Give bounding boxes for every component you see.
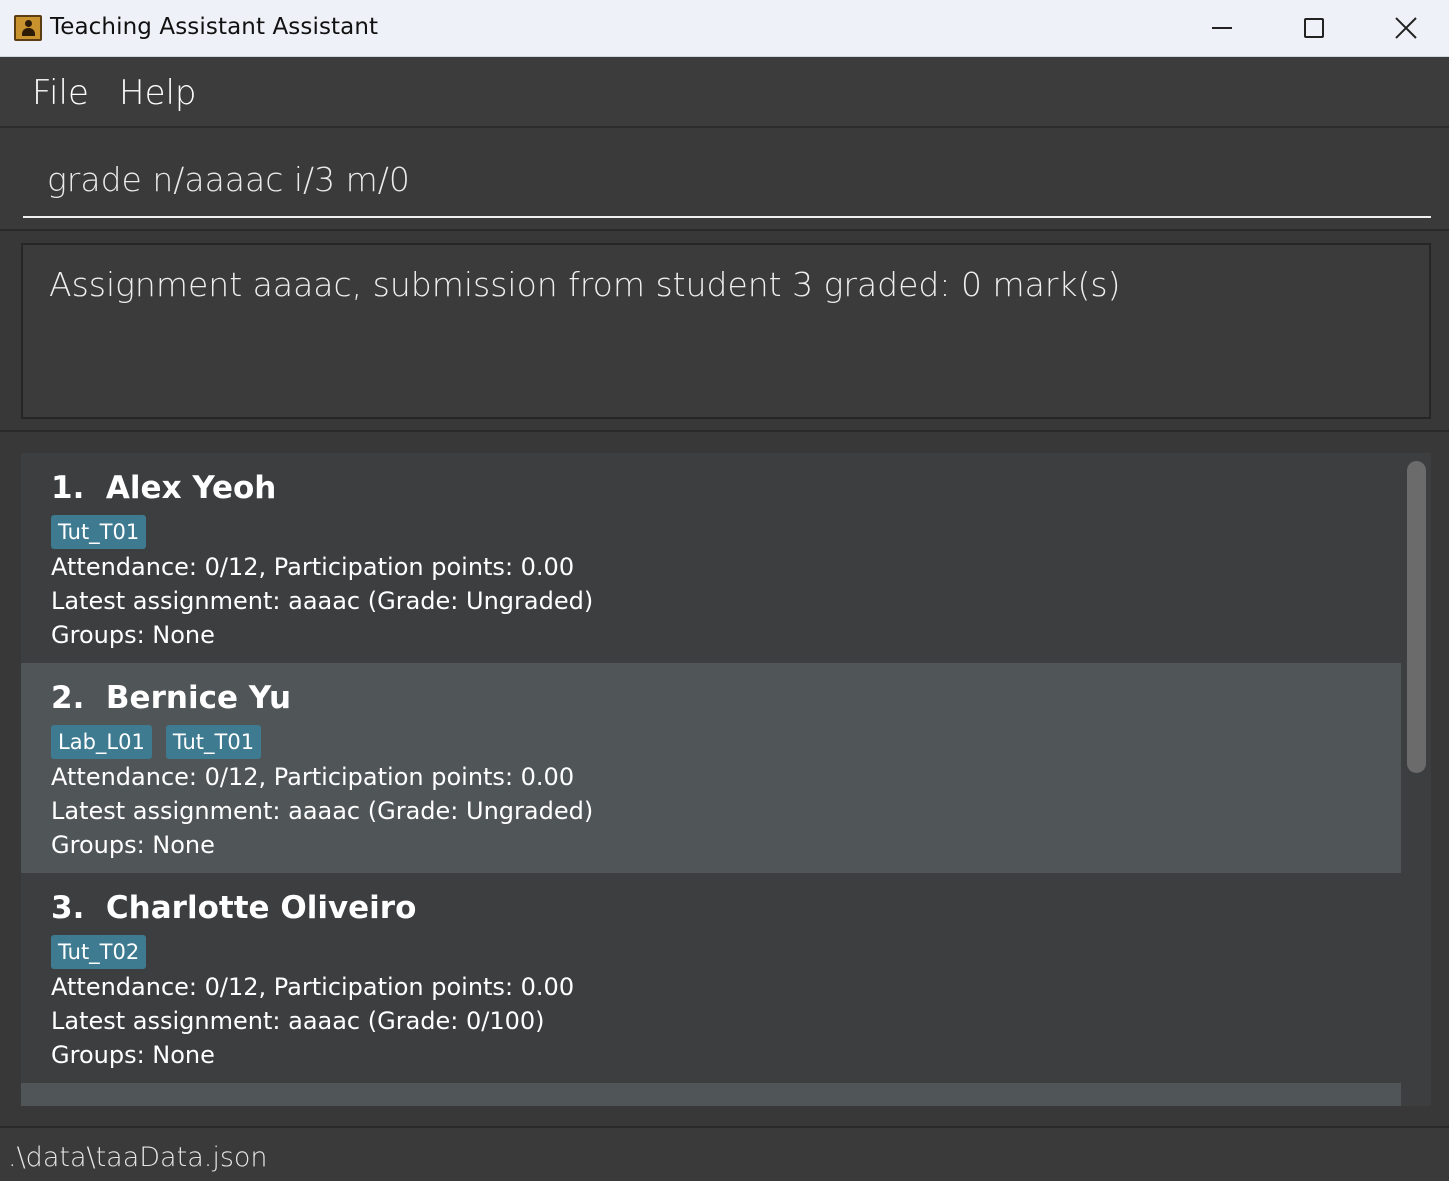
- student-name: 2. Bernice Yu: [51, 680, 292, 716]
- command-input[interactable]: [23, 142, 1431, 218]
- maximize-icon: [1304, 18, 1324, 38]
- student-list-panel: 1. Alex Yeoh Tut_T01 Attendance: 0/12, P…: [0, 432, 1449, 1126]
- student-card[interactable]: 3. Charlotte Oliveiro Tut_T02 Attendance…: [21, 873, 1401, 1083]
- menu-file[interactable]: File: [32, 73, 89, 113]
- minimize-icon: [1212, 27, 1232, 29]
- groups-text: Groups: None: [51, 831, 215, 859]
- result-display: Assignment aaaac, submission from studen…: [21, 243, 1431, 419]
- command-box-panel: [0, 128, 1449, 231]
- data-file-path: .\data\taaData.json: [8, 1142, 268, 1173]
- assignment-text: Latest assignment: aaaac (Grade: 0/100): [51, 1007, 545, 1035]
- student-list[interactable]: 1. Alex Yeoh Tut_T01 Attendance: 0/12, P…: [21, 453, 1401, 1106]
- minimize-button[interactable]: [1176, 0, 1268, 56]
- student-name: 3. Charlotte Oliveiro: [51, 890, 417, 926]
- tag-list: Tut_T02: [51, 935, 147, 969]
- student-card[interactable]: 2. Bernice Yu Lab_L01 Tut_T01 Attendance…: [21, 663, 1401, 873]
- status-bar: .\data\taaData.json: [0, 1126, 1449, 1181]
- groups-text: Groups: None: [51, 621, 215, 649]
- window-title: Teaching Assistant Assistant: [50, 14, 379, 40]
- menu-bar: File Help: [0, 57, 1449, 128]
- tag-badge: Tut_T01: [51, 515, 147, 549]
- tag-list: Lab_L01 Tut_T01: [51, 725, 262, 759]
- student-name: 1. Alex Yeoh: [51, 470, 277, 506]
- student-card[interactable]: 1. Alex Yeoh Tut_T01 Attendance: 0/12, P…: [21, 453, 1401, 663]
- groups-text: Groups: None: [51, 1041, 215, 1069]
- app-icon: [14, 15, 42, 41]
- close-button[interactable]: [1360, 0, 1449, 56]
- tag-badge: Lab_L01: [51, 725, 152, 759]
- result-display-panel: Assignment aaaac, submission from studen…: [0, 231, 1449, 432]
- tag-list: Tut_T01: [51, 515, 147, 549]
- attendance-text: Attendance: 0/12, Participation points: …: [51, 973, 575, 1001]
- attendance-text: Attendance: 0/12, Participation points: …: [51, 763, 575, 791]
- assignment-text: Latest assignment: aaaac (Grade: Ungrade…: [51, 587, 594, 615]
- menu-help[interactable]: Help: [119, 73, 197, 113]
- tag-badge: Tut_T01: [165, 725, 262, 759]
- result-message: Assignment aaaac, submission from studen…: [49, 265, 1121, 304]
- assignment-text: Latest assignment: aaaac (Grade: Ungrade…: [51, 797, 594, 825]
- student-card-partial[interactable]: [21, 1083, 1401, 1106]
- tag-badge: Tut_T02: [51, 935, 147, 969]
- title-bar: Teaching Assistant Assistant: [0, 0, 1449, 57]
- attendance-text: Attendance: 0/12, Participation points: …: [51, 553, 575, 581]
- maximize-button[interactable]: [1268, 0, 1360, 56]
- scrollbar-thumb[interactable]: [1407, 461, 1426, 773]
- close-icon: [1395, 17, 1417, 39]
